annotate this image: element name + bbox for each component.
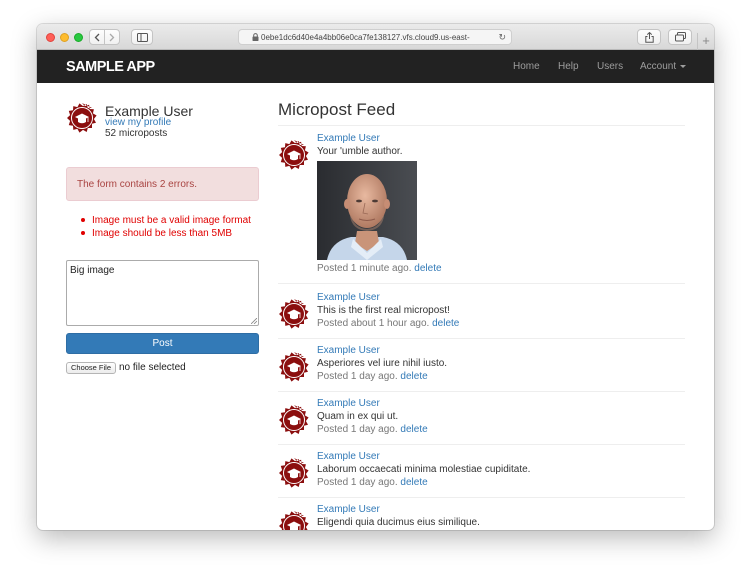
forward-button[interactable] [104,29,120,45]
post-user-link[interactable]: Example User [317,398,380,409]
caret-down-icon [680,64,687,68]
url-text: 0ebe1dc6d40e4a4bb06e0ca7fe138127.vfs.clo… [261,32,470,42]
post-user-link[interactable]: Example User [317,451,380,462]
micropost: Example User Eligendi quia ducimus eius … [278,504,685,530]
file-status: no file selected [119,362,186,373]
delete-link[interactable]: delete [432,318,459,329]
error-message: Image should be less than 5MB [81,227,251,240]
micropost: Example User Your 'umble author. Posted … [278,133,685,284]
browser-toolbar: 0ebe1dc6d40e4a4bb06e0ca7fe138127.vfs.clo… [37,24,714,50]
feed-divider [278,125,685,126]
post-timestamp: Posted about 1 hour ago. delete [317,318,459,329]
micropost: Example User Quam in ex qui ut. Posted 1… [278,398,685,451]
post-time: Posted 1 day ago. [317,424,398,435]
post-timestamp: Posted 1 minute ago. delete [317,263,442,274]
post-timestamp: Posted 1 day ago. delete [317,477,428,488]
gravatar-icon [279,299,309,329]
delete-link[interactable]: delete [414,263,441,274]
post-content: This is the first real micropost! [317,305,450,316]
post-gravatar[interactable] [279,511,309,530]
gravatar-icon [67,103,97,133]
post-divider [278,283,685,284]
nav-users-link[interactable]: Users [597,61,623,72]
post-content: Eligendi quia ducimus eius similique. [317,517,480,528]
post-timestamp: Posted 1 day ago. delete [317,371,428,382]
post-divider [278,497,685,498]
post-user-link[interactable]: Example User [317,504,380,515]
post-content: Your 'umble author. [317,146,403,157]
micropost: Example User Asperiores vel iure nihil i… [278,345,685,398]
delete-link[interactable]: delete [400,371,427,382]
post-divider [278,391,685,392]
zoom-window-button[interactable] [74,33,83,42]
post-photo [317,161,417,260]
nav-account-dropdown[interactable]: Account [640,61,687,72]
post-button[interactable]: Post [66,333,259,354]
back-button[interactable] [89,29,105,45]
resize-handle-icon[interactable] [251,318,257,324]
post-time: Posted 1 day ago. [317,477,398,488]
minimize-window-button[interactable] [60,33,69,42]
post-content: Asperiores vel iure nihil iusto. [317,358,448,369]
choose-file-button[interactable]: Choose File [66,362,116,374]
post-content: Laborum occaecati minima molestiae cupid… [317,464,531,475]
post-user-link[interactable]: Example User [317,133,380,144]
error-list: Image must be a valid image format Image… [81,214,251,240]
portrait-photo [317,161,417,260]
post-gravatar[interactable] [279,458,309,488]
post-time: Posted 1 minute ago. [317,263,412,274]
post-divider [278,444,685,445]
post-gravatar[interactable] [279,140,309,170]
share-icon [644,31,654,43]
new-tab-button[interactable]: + [697,33,714,50]
post-time: Posted about 1 hour ago. [317,318,430,329]
micropost: Example User This is the first real micr… [278,292,685,345]
micropost-textarea[interactable] [66,260,259,326]
gravatar-icon [279,405,309,435]
feed-title: Micropost Feed [278,100,396,119]
gravatar-icon [279,458,309,488]
gravatar-icon [279,352,309,382]
site-logo[interactable]: SAMPLE APP [66,59,155,75]
lock-icon [252,33,259,41]
delete-link[interactable]: delete [400,477,427,488]
post-gravatar[interactable] [279,405,309,435]
tab-overview-button[interactable] [668,29,692,45]
nav-account-label: Account [640,61,677,72]
post-user-link[interactable]: Example User [317,345,380,356]
view-profile-link[interactable]: view my profile [105,117,171,128]
micropost: Example User Laborum occaecati minima mo… [278,451,685,504]
share-button[interactable] [637,29,661,45]
gravatar-icon [279,511,309,530]
gravatar-icon [279,140,309,170]
post-timestamp: Posted 1 day ago. delete [317,424,428,435]
nav-help-link[interactable]: Help [558,61,579,72]
chevron-right-icon [109,33,115,41]
address-bar[interactable]: 0ebe1dc6d40e4a4bb06e0ca7fe138127.vfs.clo… [238,29,512,45]
browser-window: 0ebe1dc6d40e4a4bb06e0ca7fe138127.vfs.clo… [37,24,714,530]
sidebar-icon [136,32,148,42]
reload-icon[interactable]: ↻ [498,32,506,43]
delete-link[interactable]: delete [400,424,427,435]
post-gravatar[interactable] [279,299,309,329]
post-time: Posted 1 day ago. [317,371,398,382]
micropost-count: 52 microposts [105,128,168,139]
chevron-left-icon [94,33,100,41]
site-header: SAMPLE APP Home Help Users Account [37,50,714,83]
post-user-link[interactable]: Example User [317,292,380,303]
error-alert: The form contains 2 errors. [66,167,259,201]
close-window-button[interactable] [46,33,55,42]
error-message: Image must be a valid image format [81,214,251,227]
post-divider [278,338,685,339]
show-sidebar-button[interactable] [131,29,153,45]
post-content: Quam in ex qui ut. [317,411,399,422]
user-gravatar[interactable] [67,103,97,133]
post-gravatar[interactable] [279,352,309,382]
tabs-icon [674,32,686,42]
page-content: Example User view my profile 52 micropos… [37,83,714,530]
nav-home-link[interactable]: Home [513,61,540,72]
